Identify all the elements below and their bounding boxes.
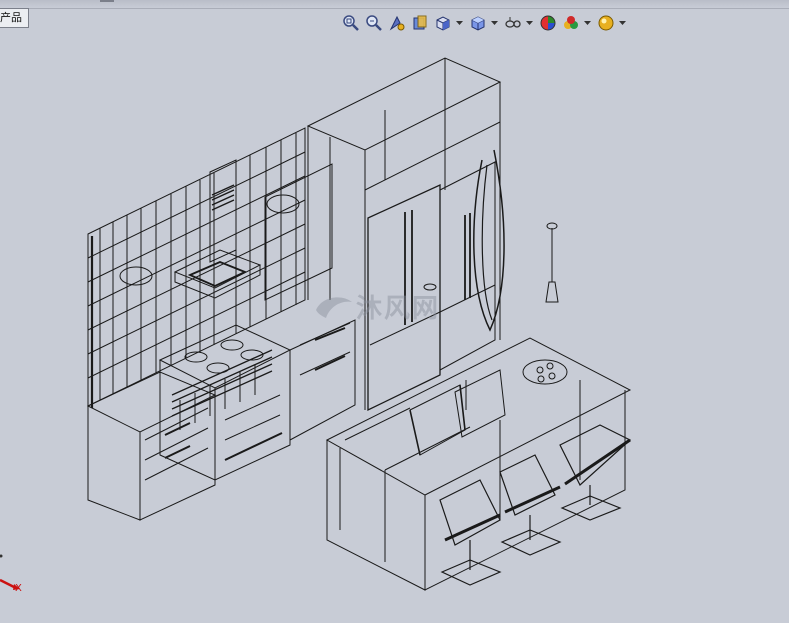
wall-tile-grid <box>87 127 306 408</box>
graphics-area[interactable] <box>0 30 789 623</box>
feature-tree-tab[interactable]: 产品 <box>0 8 29 28</box>
pendant-light <box>545 222 559 303</box>
watermark-logo-icon <box>316 296 352 318</box>
bar-stools <box>439 424 632 586</box>
base-cabinets <box>86 371 217 521</box>
oven-range <box>158 324 292 481</box>
refrigerator-column <box>306 57 505 412</box>
window-handle[interactable] <box>100 0 114 2</box>
watermark: 沐风网 <box>312 288 440 325</box>
kitchen-wireframe-model <box>86 57 632 591</box>
watermark-text: 沐风网 <box>356 294 441 324</box>
title-strip <box>0 0 789 9</box>
kitchen-island <box>325 337 632 591</box>
triad-x-label: X <box>15 583 22 594</box>
